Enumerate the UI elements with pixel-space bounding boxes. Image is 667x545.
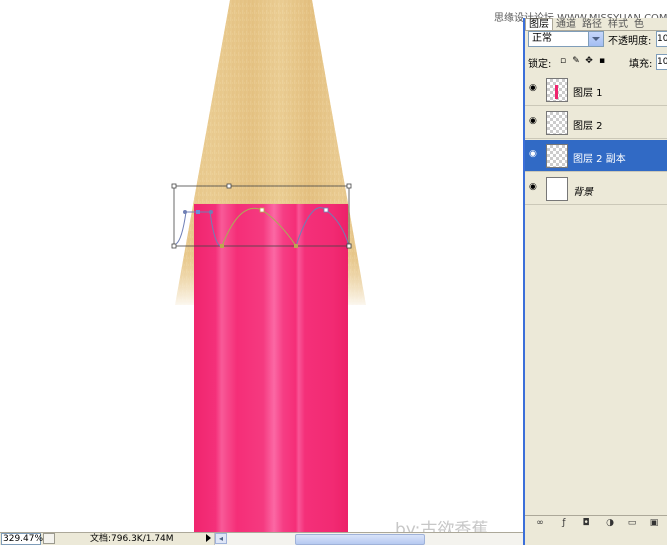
layer-row[interactable]: ◉ 图层 2 <box>525 107 667 139</box>
scroll-left-icon[interactable]: ◂ <box>215 533 227 544</box>
tab-styles[interactable]: 样式 <box>605 19 631 30</box>
lock-move-icon[interactable]: ✥ <box>584 56 594 66</box>
blend-mode-select[interactable]: 正常 <box>528 31 604 47</box>
lock-transparency-icon[interactable]: ▫ <box>558 56 568 66</box>
lock-label: 锁定: <box>528 59 552 70</box>
pencil-body-pink <box>194 204 348 532</box>
layer-thumbnail <box>546 177 568 201</box>
new-group-icon[interactable]: ▭ <box>627 518 637 528</box>
adjustment-layer-icon[interactable]: ◑ <box>605 518 615 528</box>
zoom-level-field[interactable]: 329.47% <box>1 533 43 545</box>
layer-name: 图层 2 <box>573 121 603 132</box>
status-bar: 329.47% 文档:796.3K/1.74M ◂ <box>0 532 524 545</box>
layer-name: 图层 1 <box>573 88 603 99</box>
opacity-field[interactable]: 100 <box>656 31 667 47</box>
panel-bottom-toolbar: ∞ ƒ ◘ ◑ ▭ ▣ <box>525 515 667 530</box>
status-menu-arrow-icon[interactable] <box>206 534 211 542</box>
eye-icon[interactable]: ◉ <box>529 150 540 159</box>
lock-all-icon[interactable]: ▪ <box>597 56 607 66</box>
layer-row[interactable]: ◉ 图层 1 <box>525 74 667 106</box>
layer-thumbnail <box>546 111 568 135</box>
layer-thumbnail <box>546 78 568 102</box>
layer-name: 图层 2 副本 <box>573 154 626 165</box>
tab-layers[interactable]: 图层 <box>525 18 553 30</box>
eye-icon[interactable]: ◉ <box>529 183 540 192</box>
tab-channels[interactable]: 通道 <box>553 19 579 30</box>
document-canvas[interactable] <box>0 0 523 532</box>
layer-mask-icon[interactable]: ◘ <box>581 518 591 528</box>
panel-tabs: 图层 通道 路径 样式色 <box>525 18 667 31</box>
layer-style-icon[interactable]: ƒ <box>559 518 569 528</box>
zoom-options-button[interactable] <box>43 533 55 544</box>
new-layer-icon[interactable]: ▣ <box>649 518 659 528</box>
fill-field[interactable]: 100 <box>656 54 667 70</box>
layer-name: 背景 <box>573 187 593 198</box>
tab-color[interactable]: 色 <box>631 19 647 30</box>
document-size: 文档:796.3K/1.74M <box>90 534 174 544</box>
scrollbar-thumb[interactable] <box>295 534 425 545</box>
layer-row[interactable]: ◉ 背景 <box>525 173 667 205</box>
horizontal-scrollbar[interactable]: ◂ <box>214 533 524 545</box>
eye-icon[interactable]: ◉ <box>529 84 540 93</box>
layer-thumbnail <box>546 144 568 168</box>
lock-paint-icon[interactable]: ✎ <box>571 56 581 66</box>
opacity-label: 不透明度: <box>608 36 652 47</box>
blend-mode-value: 正常 <box>532 33 552 44</box>
fill-label: 填充: <box>629 59 653 70</box>
eye-icon[interactable]: ◉ <box>529 117 540 126</box>
layers-panel: 图层通道路径样式色 正常 不透明度: 100 锁定: ▫ ✎ ✥ ▪ 填充: 1… <box>523 18 667 545</box>
tab-paths[interactable]: 路径 <box>579 19 605 30</box>
chevron-down-icon[interactable] <box>588 32 603 46</box>
link-layers-icon[interactable]: ∞ <box>535 518 545 528</box>
layer-row-selected[interactable]: ◉ 图层 2 副本 <box>525 140 667 172</box>
